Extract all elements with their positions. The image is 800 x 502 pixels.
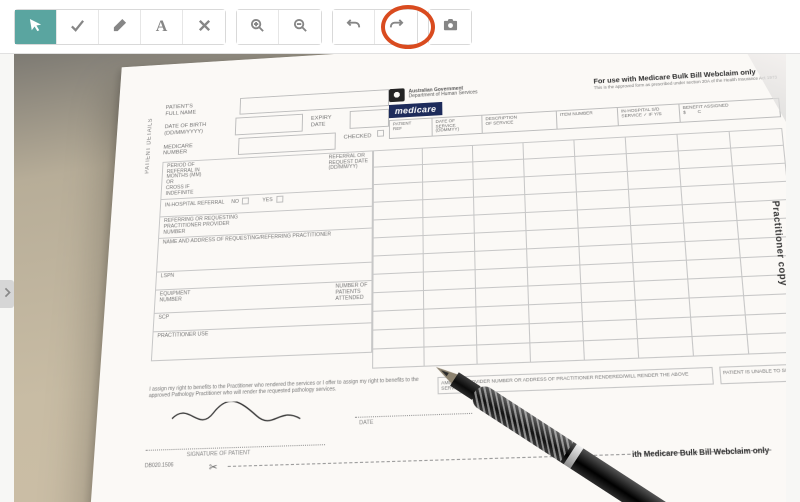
scissors-icon: ✂	[209, 462, 218, 474]
capture-stage: PATIENT DETAILS Practitioner copy PATIEN…	[14, 54, 786, 502]
signature-scribble	[167, 399, 313, 428]
toolbar-group-history	[332, 9, 418, 45]
editor-toolbar: A	[0, 0, 800, 54]
toolbar-group-capture	[428, 9, 472, 45]
text-icon: A	[156, 18, 168, 36]
check-button[interactable]	[57, 10, 99, 44]
redo-icon	[389, 18, 404, 36]
camera-button[interactable]	[429, 10, 471, 44]
pencil-button[interactable]	[99, 10, 141, 44]
clear-button[interactable]	[183, 10, 225, 44]
toolbar-group-zoom	[236, 9, 322, 45]
pencil-icon	[112, 18, 127, 36]
zoom-out-icon	[293, 18, 308, 36]
signature-caption: SIGNATURE OF PATIENT	[186, 450, 250, 459]
undo-button[interactable]	[333, 10, 375, 44]
medicare-brand: medicare	[389, 102, 442, 118]
gov-text: Australian GovernmentDepartment of Human…	[409, 86, 478, 99]
checkbox-checked	[377, 129, 384, 136]
label-dob: DATE OF BIRTH (DD/MM/YYYY)	[164, 118, 236, 139]
label-medicare: MEDICARE NUMBER	[163, 138, 239, 159]
side-label: PATIENT DETAILS	[145, 118, 154, 174]
camera-icon	[443, 18, 458, 36]
scanned-form: PATIENT DETAILS Practitioner copy PATIEN…	[81, 54, 786, 502]
sidebar-expand-tab[interactable]	[0, 280, 14, 308]
undo-icon	[346, 18, 361, 36]
toolbar-group-tools: A	[14, 9, 226, 45]
chevron-right-icon	[2, 285, 13, 303]
redo-button[interactable]	[375, 10, 417, 44]
close-button[interactable]	[762, 14, 786, 38]
date-caption: DATE	[359, 419, 373, 426]
left-label-column: PERIOD OF REFERRAL IN MONTHS (MM) OR CRO…	[150, 150, 373, 377]
zoom-in-icon	[250, 18, 265, 36]
text-button[interactable]: A	[141, 10, 183, 44]
zoom-out-button[interactable]	[279, 10, 321, 44]
data-grid	[372, 128, 786, 369]
unable-sign-box: PATIENT IS UNABLE TO SIGN	[719, 363, 786, 384]
field-medicare	[238, 132, 336, 155]
pointer-button[interactable]	[15, 10, 57, 44]
field-expiry	[350, 109, 389, 128]
pointer-icon	[28, 18, 43, 36]
field-dob	[235, 114, 303, 135]
label-fullname: PATIENT'S FULL NAME	[165, 98, 240, 119]
label-expiry: EXPIRY DATE	[303, 111, 350, 131]
label-checked: CHECKED	[336, 130, 376, 150]
gov-crest-icon	[389, 88, 405, 102]
check-icon	[70, 18, 85, 36]
zoom-in-button[interactable]	[237, 10, 279, 44]
x-icon	[197, 18, 212, 36]
